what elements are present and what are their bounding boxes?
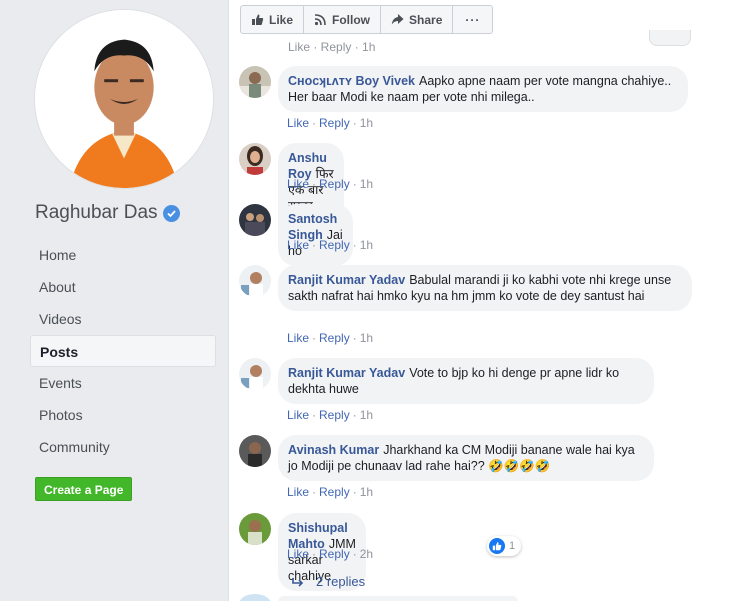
comment-reply-link[interactable]: Reply <box>319 547 350 561</box>
comment-author[interactable]: Cʜᴏᴄʞʟᴧᴛʏ Boy Vivek <box>288 74 415 88</box>
clipped-comment-meta: Like · Reply · 1h <box>288 40 376 54</box>
profile-picture[interactable] <box>34 9 214 189</box>
page-sidebar: Raghubar Das Home About Videos Posts Eve… <box>0 0 227 601</box>
comment-reply-link[interactable]: Reply <box>319 331 350 345</box>
comment-like-link[interactable]: Like <box>287 238 309 252</box>
view-replies-label: 2 replies <box>316 574 366 589</box>
comment-author[interactable]: Avinash Kumar <box>288 443 379 457</box>
reply-arrow-icon <box>292 577 304 587</box>
comment-reply-link[interactable]: Reply <box>319 238 350 252</box>
comment-like-link[interactable]: Like <box>287 177 309 191</box>
next-commenter-avatar[interactable] <box>239 594 271 601</box>
comment-time[interactable]: 1h <box>360 116 373 130</box>
more-options-icon: ··· <box>465 12 481 27</box>
nav-item-label: Photos <box>39 407 83 423</box>
comment-meta: Like · Reply · 1h <box>287 408 374 422</box>
create-page-button[interactable]: Create a Page <box>35 477 133 501</box>
comment-like-link[interactable]: Like <box>287 485 309 499</box>
nav-item-about[interactable]: About <box>30 271 216 303</box>
nav-item-community[interactable]: Community <box>30 431 216 463</box>
comment-bubble: Avinash Kumar Jharkhand ka CM Modiji bana… <box>278 435 654 481</box>
share-arrow-icon <box>391 14 404 25</box>
page-nav: Home About Videos Posts Events Photos Co… <box>30 239 216 463</box>
comment-like-link[interactable]: Like <box>287 408 309 422</box>
comment-reply-link[interactable]: Reply <box>319 116 350 130</box>
nav-item-label: Home <box>39 247 77 263</box>
view-replies-link[interactable]: 2 replies <box>292 574 365 589</box>
comment-time[interactable]: 2h <box>360 547 373 561</box>
thumbs-up-icon <box>252 14 264 25</box>
comment-reply-link[interactable]: Reply <box>319 177 350 191</box>
comment-bubble: Ranjit Kumar Yadav Vote to bjp ko hi deng… <box>278 358 654 404</box>
comment-time[interactable]: 1h <box>360 408 373 422</box>
comment-like-link[interactable]: Like <box>287 116 309 130</box>
comment-meta: Like · Reply · 1h <box>287 331 374 345</box>
profile-photo-image <box>35 10 213 188</box>
nav-item-posts[interactable]: Posts <box>30 335 216 367</box>
comment-meta: Like · Reply · 1h <box>287 177 374 191</box>
verified-check-icon <box>162 204 180 222</box>
nav-item-videos[interactable]: Videos <box>30 303 216 335</box>
comment-meta: Like · Reply · 1h <box>287 485 374 499</box>
commenter-avatar[interactable] <box>239 265 271 297</box>
comment-time[interactable]: 1h <box>360 238 373 252</box>
reaction-count: 1 <box>509 540 516 552</box>
share-button[interactable]: Share <box>381 6 454 33</box>
nav-item-label: About <box>39 279 76 295</box>
comment-meta: Like · Reply · 1h <box>287 238 374 252</box>
like-reaction-icon <box>489 538 505 554</box>
like-page-label: Like <box>269 12 294 27</box>
comment-time[interactable]: 1h <box>360 177 373 191</box>
nav-item-photos[interactable]: Photos <box>30 399 216 431</box>
comment-reply-link[interactable]: Reply <box>319 408 350 422</box>
page-name-text[interactable]: Raghubar Das <box>35 202 158 224</box>
nav-item-home[interactable]: Home <box>30 239 216 271</box>
clipped-comment-bubble <box>649 30 691 46</box>
comment-meta: Like · Reply · 2h <box>287 547 374 561</box>
nav-item-label: Community <box>39 439 110 455</box>
nav-item-label: Posts <box>40 344 79 360</box>
commenter-avatar[interactable] <box>239 435 271 467</box>
comment-bubble: Cʜᴏᴄʞʟᴧᴛʏ Boy Vivek Aapko apne naam per v… <box>278 66 688 112</box>
nav-item-events[interactable]: Events <box>30 367 216 399</box>
comment-reply-link[interactable]: Reply <box>319 485 350 499</box>
comment-meta: Like · Reply · 1h <box>287 116 374 130</box>
comment-time[interactable]: 1h <box>360 485 373 499</box>
follow-label: Follow <box>332 12 371 27</box>
comment-like-link[interactable]: Like <box>287 547 309 561</box>
comment-author[interactable]: Ranjit Kumar Yadav <box>288 273 405 287</box>
comment-bubble: Santosh Singh Jai ho <box>278 204 353 266</box>
commenter-avatar[interactable] <box>239 66 271 98</box>
comments-panel: Like Follow Share ··· Like · Reply · 1h … <box>228 0 729 601</box>
like-page-button[interactable]: Like <box>241 6 305 33</box>
comment-time[interactable]: 1h <box>360 331 373 345</box>
nav-item-label: Events <box>39 375 82 391</box>
comment-author[interactable]: Ranjit Kumar Yadav <box>288 366 405 380</box>
page-name[interactable]: Raghubar Das <box>35 202 180 224</box>
commenter-avatar[interactable] <box>239 204 271 236</box>
reaction-count-badge[interactable]: 1 <box>487 536 522 556</box>
follow-button[interactable]: Follow <box>304 6 382 33</box>
share-label: Share <box>409 12 443 27</box>
commenter-avatar[interactable] <box>239 358 271 390</box>
commenter-avatar[interactable] <box>239 143 271 175</box>
commenter-avatar[interactable] <box>239 513 271 545</box>
nav-item-label: Videos <box>39 311 82 327</box>
more-options-button[interactable]: ··· <box>453 6 492 33</box>
comment-like-link[interactable]: Like <box>287 331 309 345</box>
comment-bubble: Ranjit Kumar Yadav Babulal marandi ji ko … <box>278 265 692 311</box>
next-comment-bubble <box>278 596 518 601</box>
page-action-bar: Like Follow Share ··· <box>240 5 494 34</box>
rss-follow-icon <box>314 14 326 26</box>
